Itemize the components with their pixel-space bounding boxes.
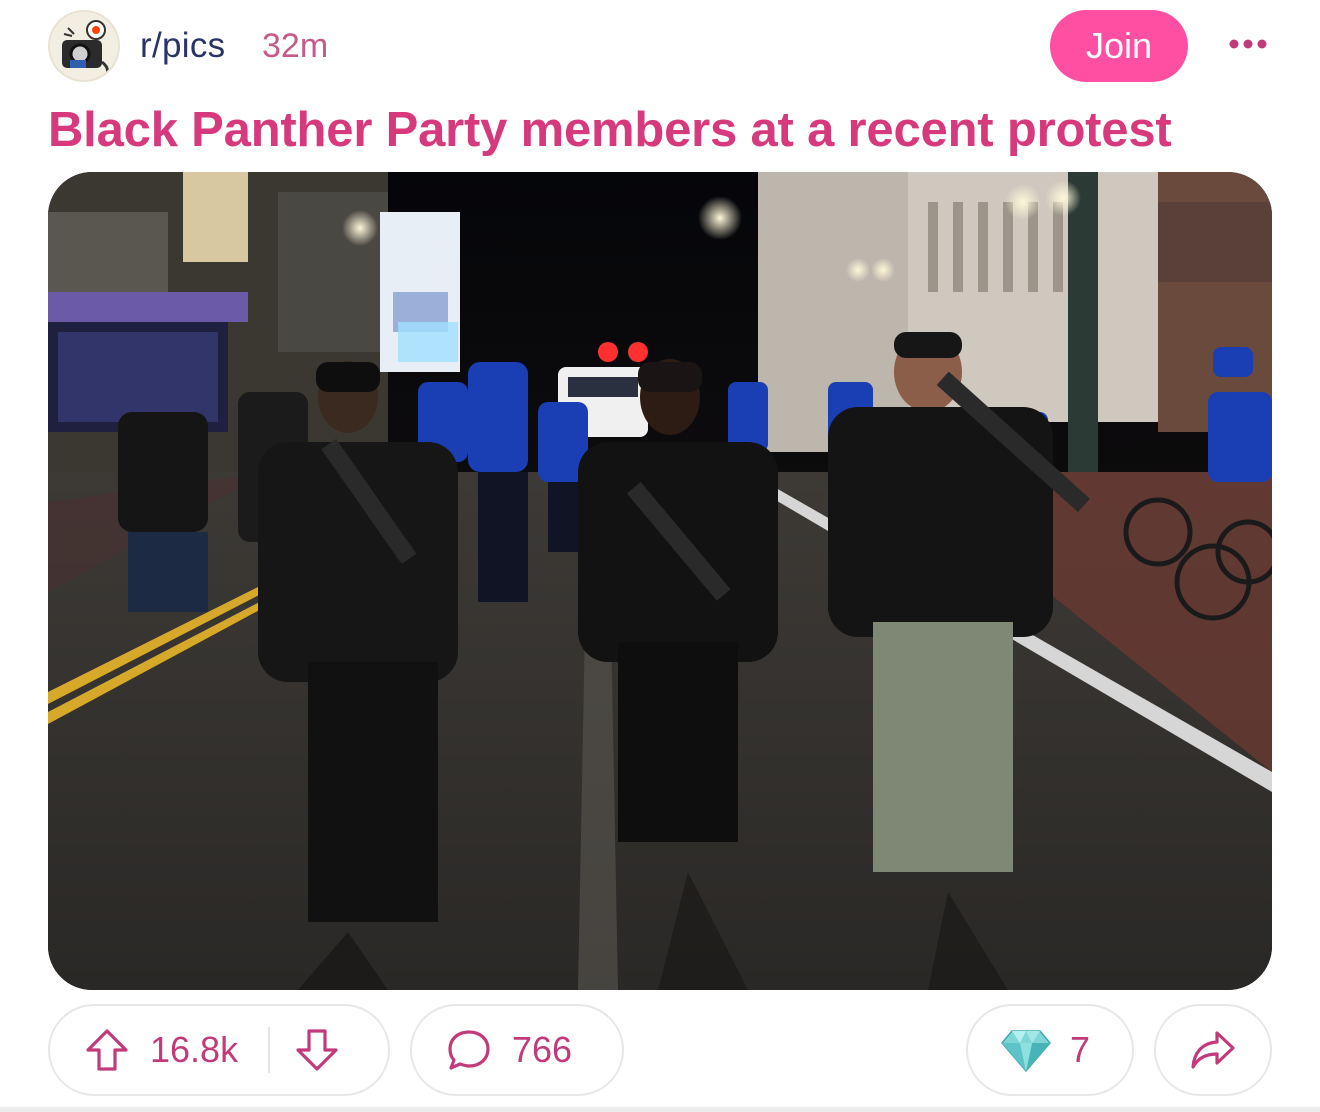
arrow-up-icon [86, 1029, 128, 1071]
join-button[interactable]: Join [1050, 10, 1188, 82]
award-icon-wrap [1000, 1027, 1052, 1073]
more-options-button[interactable] [1224, 24, 1272, 64]
vote-controls: 16.8k [48, 1004, 390, 1096]
subreddit-avatar[interactable] [48, 10, 120, 82]
subreddit-name[interactable]: r/pics [140, 26, 225, 66]
upvote-count: 16.8k [150, 1029, 239, 1070]
share-button[interactable] [1154, 1004, 1272, 1096]
vote-divider [268, 1027, 271, 1073]
downvote-button[interactable] [294, 1027, 340, 1073]
post-image[interactable] [48, 172, 1272, 990]
award-count: 7 [1070, 1029, 1091, 1070]
bottom-divider [0, 1107, 1320, 1112]
award-button[interactable]: 7 [966, 1004, 1134, 1096]
speech-bubble-icon [448, 1030, 490, 1070]
comment-icon-wrap [446, 1027, 492, 1073]
share-arrow-icon [1191, 1031, 1235, 1069]
comment-count: 766 [512, 1029, 573, 1070]
post-header: r/pics 32m Join [48, 10, 1272, 82]
protest-street-photo [48, 172, 1272, 990]
upvote-button[interactable] [84, 1027, 130, 1073]
arrow-down-icon [296, 1029, 338, 1071]
diamond-icon [1001, 1030, 1051, 1073]
post-title[interactable]: Black Panther Party members at a recent … [48, 102, 1272, 158]
post-time: 32m [262, 27, 329, 65]
comments-button[interactable]: 766 [410, 1004, 624, 1096]
ellipsis-icon [1229, 39, 1267, 49]
camera-mascot-icon [50, 12, 118, 80]
